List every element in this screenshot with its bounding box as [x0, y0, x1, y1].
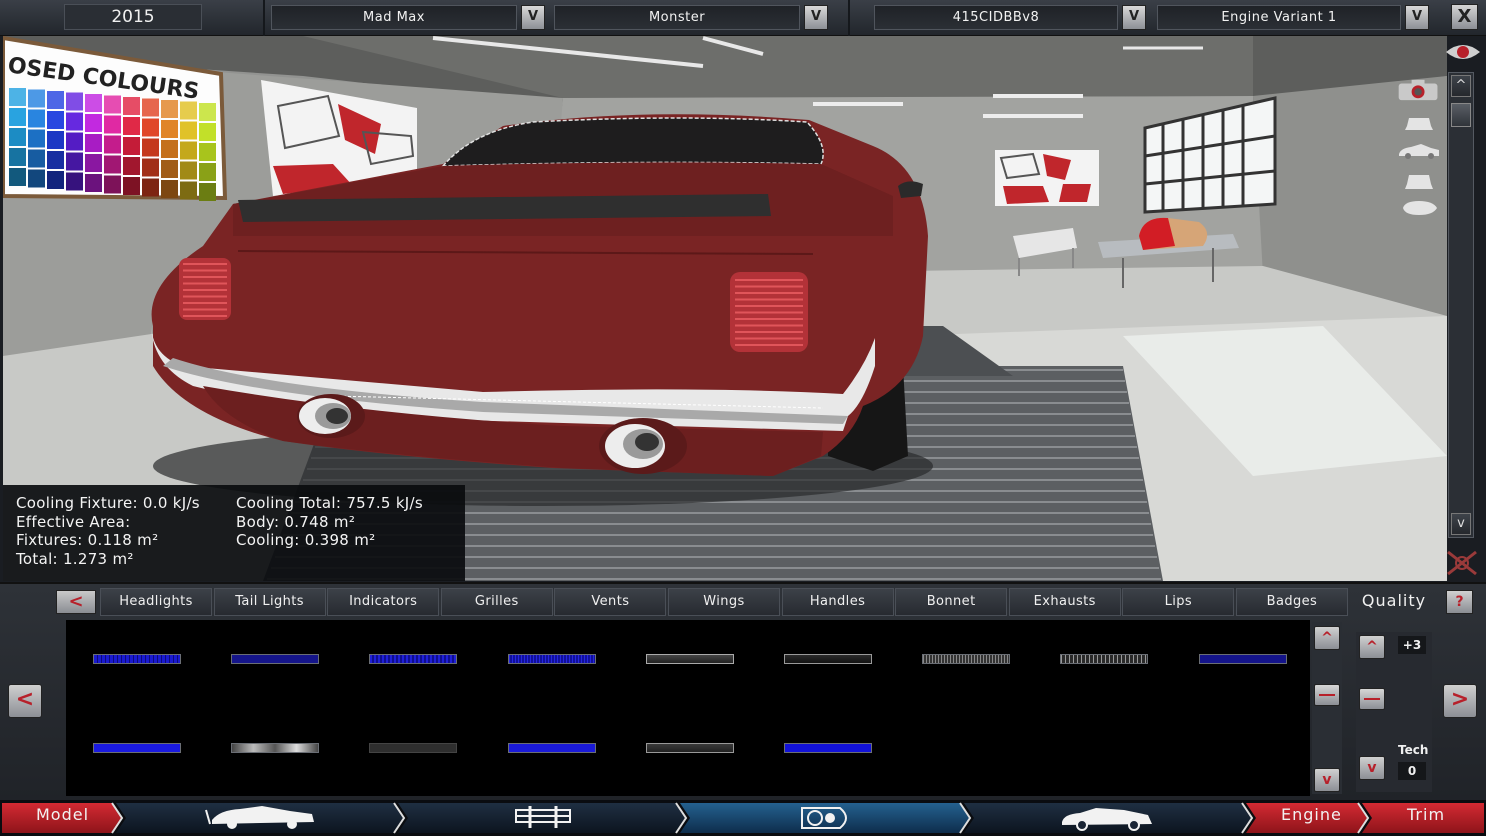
sketch-poster-right [995, 150, 1099, 206]
divider [263, 0, 265, 36]
quality-slider-panel: ^ +3 v Tech 0 [1356, 632, 1432, 792]
fixture-item[interactable] [922, 654, 1010, 664]
quality-down-button[interactable]: v [1359, 756, 1385, 780]
fixture-item[interactable] [369, 654, 457, 664]
effective-area-label: Effective Area: [16, 512, 131, 531]
quality-slider-thumb[interactable] [1359, 688, 1385, 710]
engine-variant-dropdown-arrow[interactable]: V [1405, 5, 1429, 30]
grid-scroll-up[interactable]: ^ [1314, 626, 1340, 650]
fixture-item[interactable] [508, 743, 596, 753]
tab-indicators[interactable]: Indicators [327, 588, 440, 616]
tab-vents[interactable]: Vents [554, 588, 667, 616]
tab-bonnet[interactable]: Bonnet [895, 588, 1008, 616]
fixture-item[interactable] [93, 654, 181, 664]
tail-light-left[interactable] [179, 258, 231, 320]
reset-camera-icon[interactable] [1444, 548, 1480, 578]
fixture-category-tabs: Headlights Tail Lights Indicators Grille… [100, 588, 1350, 616]
camera-icon[interactable] [1393, 78, 1445, 102]
tail-light-right[interactable] [730, 272, 808, 352]
quality-value: +3 [1398, 636, 1426, 654]
fixture-item[interactable] [784, 654, 872, 664]
car-rear-view-icon[interactable] [1393, 168, 1445, 192]
grid-prev-button[interactable]: < [8, 684, 42, 718]
fixture-grid-scrollbar[interactable]: ^ v [1312, 622, 1342, 794]
tab-headlights[interactable]: Headlights [100, 588, 212, 616]
engine-dropdown-label: 415CIDBBv8 [874, 5, 1118, 30]
fixture-item[interactable] [646, 743, 734, 753]
fixture-item[interactable] [231, 743, 319, 753]
body-area-stat: Body: 0.748 m² [236, 512, 356, 531]
divider [848, 0, 850, 36]
tabs-prev-button[interactable]: < [56, 590, 96, 614]
fixture-item[interactable] [508, 654, 596, 664]
model-dropdown-arrow[interactable]: V [521, 5, 545, 30]
tab-wings[interactable]: Wings [667, 588, 780, 616]
tech-label: Tech [1398, 743, 1429, 757]
nav-engine-label: Engine [1281, 805, 1342, 824]
cooling-total-stat: Cooling Total: 757.5 kJ/s [236, 494, 424, 512]
eye-icon[interactable] [1443, 40, 1483, 64]
fixture-item[interactable] [369, 743, 457, 753]
car-side-view-icon[interactable] [1393, 138, 1445, 162]
tab-lips[interactable]: Lips [1122, 588, 1235, 616]
tab-grilles[interactable]: Grilles [440, 588, 553, 616]
fixture-item[interactable] [93, 743, 181, 753]
zoom-up-button[interactable]: ^ [1451, 75, 1471, 97]
engine-dropdown-arrow[interactable]: V [1122, 5, 1146, 30]
zoom-scroll-thumb[interactable] [1451, 103, 1471, 127]
model-year: 2015 [64, 4, 202, 30]
tab-badges[interactable]: Badges [1235, 588, 1348, 616]
close-button[interactable]: X [1451, 4, 1478, 30]
grid-next-button[interactable]: > [1443, 684, 1477, 718]
zoom-down-button[interactable]: v [1451, 513, 1471, 535]
tab-handles[interactable]: Handles [781, 588, 894, 616]
grid-scroll-down[interactable]: v [1314, 768, 1340, 792]
fixture-grid [66, 620, 1310, 796]
engine-variant-dropdown[interactable]: Engine Variant 1 V [1157, 5, 1429, 30]
model-dropdown[interactable]: Mad Max V [271, 5, 545, 30]
fixture-item[interactable] [784, 743, 872, 753]
grid-scroll-thumb[interactable] [1314, 684, 1340, 706]
tab-tail-lights[interactable]: Tail Lights [213, 588, 326, 616]
camera-presets [1393, 76, 1447, 226]
top-bar: 2015 Mad Max V Monster V 415CIDBBv8 V En… [0, 0, 1486, 36]
car-front-view-icon[interactable] [1393, 110, 1445, 134]
fixture-item[interactable] [231, 654, 319, 664]
total-area-stat: Total: 1.273 m² [16, 549, 134, 568]
model-dropdown-label: Mad Max [271, 5, 517, 30]
engine-variant-dropdown-label: Engine Variant 1 [1157, 5, 1401, 30]
help-button[interactable]: ? [1446, 590, 1473, 614]
nav-trim-label: Trim [1407, 805, 1446, 824]
exhaust-right[interactable] [599, 418, 687, 474]
engine-dropdown[interactable]: 415CIDBBv8 V [874, 5, 1146, 30]
cooling-stats-panel: Cooling Fixture: 0.0 kJ/s Effective Area… [3, 485, 465, 581]
tab-exhausts[interactable]: Exhausts [1008, 588, 1121, 616]
fixture-item[interactable] [1199, 654, 1287, 664]
nav-model-label: Model [36, 805, 90, 824]
fixture-item[interactable] [646, 654, 734, 664]
cooling-area-stat: Cooling: 0.398 m² [236, 531, 376, 549]
camera-zoom-scrollbar[interactable]: ^ v [1448, 72, 1474, 538]
exhaust-left[interactable] [297, 394, 365, 438]
fixture-item[interactable] [1060, 654, 1148, 664]
fixtures-area-stat: Fixtures: 0.118 m² [16, 531, 159, 549]
trim-dropdown-label: Monster [554, 5, 800, 30]
designer-navigation [0, 800, 1486, 836]
nav-suspension-segment[interactable] [398, 803, 686, 833]
tech-value: 0 [1398, 762, 1426, 780]
trim-dropdown-arrow[interactable]: V [804, 5, 828, 30]
quality-heading: Quality [1361, 591, 1427, 610]
trim-dropdown[interactable]: Monster V [554, 5, 828, 30]
car-top-view-icon[interactable] [1393, 196, 1445, 220]
quality-up-button[interactable]: ^ [1359, 635, 1385, 659]
cooling-fixture-stat: Cooling Fixture: 0.0 kJ/s [16, 494, 200, 512]
